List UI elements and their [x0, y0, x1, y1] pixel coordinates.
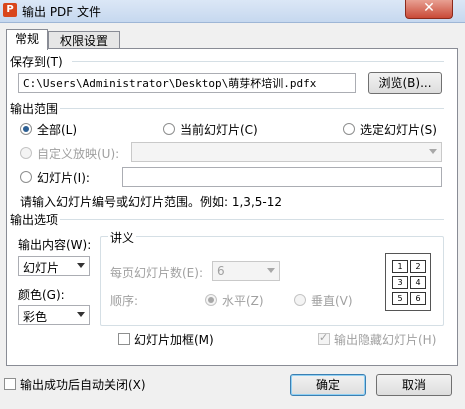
- ok-button[interactable]: 确定: [290, 374, 366, 396]
- order-label: 顺序:: [110, 294, 139, 308]
- color-select[interactable]: 彩色: [18, 305, 90, 325]
- content-value: 幻灯片: [23, 261, 60, 275]
- chevron-down-icon: [77, 263, 85, 268]
- range-selected-radio[interactable]: [343, 123, 355, 135]
- range-custom-label: 自定义放映(U):: [37, 147, 120, 161]
- layout-cell: 3: [392, 276, 408, 289]
- wps-icon: P: [3, 3, 17, 17]
- output-options-label: 输出选项: [10, 211, 59, 228]
- order-vertical-radio[interactable]: [294, 294, 306, 306]
- layout-cell: 4: [410, 276, 426, 289]
- tab-general[interactable]: 常规: [6, 29, 48, 50]
- close-button[interactable]: ✕: [405, 0, 453, 19]
- slides-input[interactable]: [122, 167, 442, 187]
- window-title: 输出 PDF 文件: [22, 5, 102, 19]
- browse-button[interactable]: 浏览(B)...: [368, 72, 442, 94]
- color-value: 彩色: [23, 310, 48, 324]
- chevron-down-icon: [429, 149, 437, 154]
- save-path-input[interactable]: [18, 73, 356, 93]
- content-select[interactable]: 幻灯片: [18, 256, 90, 276]
- range-slides-label[interactable]: 幻灯片(I):: [37, 169, 90, 186]
- range-selected-label[interactable]: 选定幻灯片(S): [360, 121, 437, 138]
- order-horizontal-radio[interactable]: [205, 294, 217, 306]
- output-hidden-checkbox[interactable]: [318, 331, 330, 345]
- divider: [72, 61, 444, 62]
- order-vertical-label: 垂直(V): [311, 294, 353, 308]
- range-all-label[interactable]: 全部(L): [37, 121, 77, 138]
- color-label: 颜色(G):: [18, 288, 65, 302]
- handout-layout-preview: 1 2 3 4 5 6: [385, 253, 431, 311]
- auto-close-label[interactable]: 输出成功后自动关闭(X): [20, 376, 146, 393]
- cancel-button[interactable]: 取消: [376, 374, 452, 396]
- output-hidden-label: 输出隐藏幻灯片(H): [334, 333, 437, 347]
- custom-show-select[interactable]: [131, 142, 442, 162]
- content-label: 输出内容(W):: [18, 238, 92, 252]
- range-hint: 请输入幻灯片编号或幻灯片范围。例如: 1,3,5-12: [20, 195, 282, 209]
- range-slides-radio[interactable]: [20, 171, 32, 183]
- range-custom-radio[interactable]: [20, 147, 32, 159]
- chevron-down-icon: [77, 312, 85, 317]
- frame-slides-label[interactable]: 幻灯片加框(M): [134, 331, 214, 348]
- divider: [60, 219, 444, 220]
- frame-slides-checkbox[interactable]: [118, 333, 130, 345]
- layout-cell: 6: [410, 292, 426, 305]
- per-page-value: 6: [217, 264, 225, 278]
- range-current-label[interactable]: 当前幻灯片(C): [180, 121, 258, 138]
- divider: [60, 108, 444, 109]
- save-to-label: 保存到(T): [10, 53, 63, 70]
- auto-close-checkbox[interactable]: [4, 378, 16, 390]
- output-range-label: 输出范围: [10, 100, 59, 117]
- handout-label: 讲义: [108, 229, 137, 246]
- layout-cell: 2: [410, 260, 426, 273]
- per-page-label: 每页幻灯片数(E):: [110, 266, 203, 280]
- order-horizontal-label: 水平(Z): [222, 294, 264, 308]
- chevron-down-icon: [267, 268, 275, 273]
- range-all-radio[interactable]: [20, 123, 32, 135]
- range-current-radio[interactable]: [163, 123, 175, 135]
- layout-cell: 5: [392, 292, 408, 305]
- per-page-select[interactable]: 6: [212, 261, 280, 281]
- layout-cell: 1: [392, 260, 408, 273]
